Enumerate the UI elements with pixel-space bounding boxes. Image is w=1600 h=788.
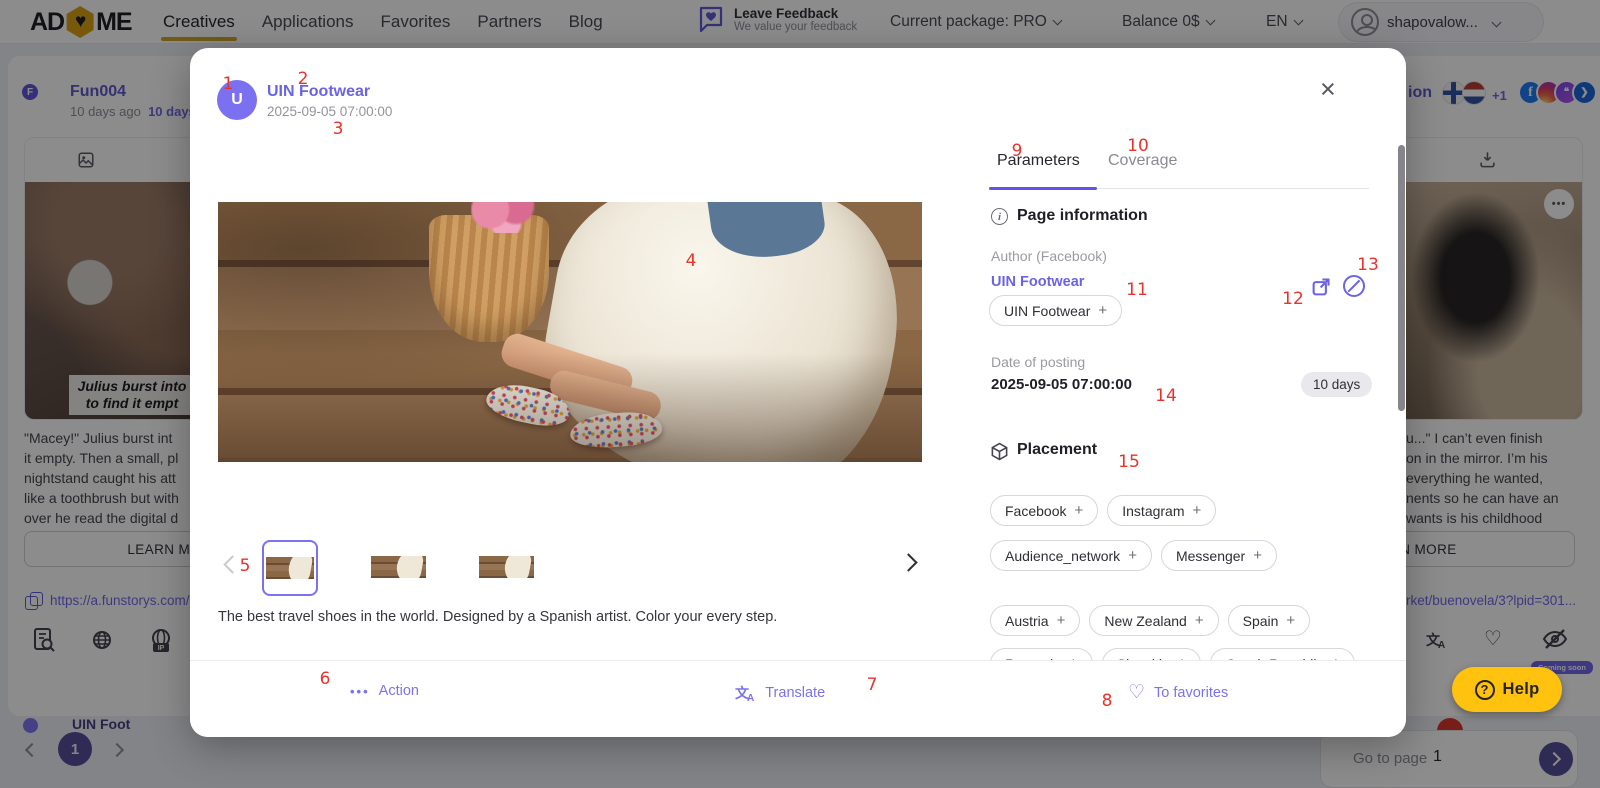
- author-name-link[interactable]: UIN Footwear: [267, 83, 370, 101]
- author-tag-row: UIN Footwear+: [989, 295, 1131, 326]
- translate-icon: 文A: [735, 683, 756, 703]
- flowers-shape: [471, 202, 534, 233]
- annotation-marker: 3: [333, 119, 344, 139]
- straw-bag-shape: [429, 215, 549, 342]
- post-datetime: 2025-09-05 07:00:00: [267, 104, 392, 119]
- creative-detail-modal: U UIN Footwear 2025-09-05 07:00:00 × The…: [190, 48, 1406, 737]
- annotation-marker: 1: [223, 74, 234, 94]
- modal-scrollbar[interactable]: [1398, 145, 1405, 411]
- page-information-heading: Page information: [1017, 207, 1148, 225]
- author-tag[interactable]: UIN Footwear+: [989, 295, 1122, 326]
- screen: AD ♥ ME Creatives Applications Favorites…: [0, 0, 1600, 788]
- placement-tag[interactable]: Austria+: [990, 605, 1080, 636]
- placement-tag[interactable]: Facebook+: [990, 495, 1098, 526]
- annotation-marker: 11: [1126, 280, 1148, 300]
- annotation-marker: 7: [867, 675, 878, 695]
- info-icon: i: [991, 208, 1008, 225]
- annotation-marker: 13: [1357, 255, 1379, 275]
- annotation-marker: 6: [320, 669, 331, 689]
- dots-icon: •••: [350, 684, 370, 699]
- placement-tag[interactable]: Audience_network+: [990, 540, 1152, 571]
- annotation-marker: 2: [298, 69, 309, 89]
- close-icon[interactable]: ×: [1320, 76, 1336, 103]
- placement-tag[interactable]: Messenger+: [1161, 540, 1277, 571]
- creative-image: [218, 202, 922, 462]
- annotation-marker: 10: [1127, 136, 1149, 156]
- carousel-next-icon[interactable]: [899, 553, 917, 571]
- placement-tag[interactable]: Instagram+: [1107, 495, 1216, 526]
- active-tab-underline: [989, 187, 1097, 190]
- placement-platforms-row2: Audience_network+ Messenger+: [990, 540, 1286, 571]
- question-icon: ?: [1475, 680, 1495, 700]
- translate-button[interactable]: 文A Translate: [735, 683, 825, 703]
- placement-platforms-row1: Facebook+ Instagram+: [990, 495, 1225, 526]
- ad-caption: The best travel shoes in the world. Desi…: [218, 609, 777, 625]
- annotation-marker: 9: [1012, 141, 1023, 161]
- heart-icon: ♡: [1128, 683, 1145, 702]
- thumbnail[interactable]: [479, 556, 534, 578]
- annotation-marker: 5: [240, 556, 251, 576]
- author-page-link[interactable]: UIN Footwear: [991, 274, 1084, 290]
- thumbnail-selected[interactable]: [262, 540, 318, 596]
- author-label: Author (Facebook): [991, 248, 1107, 264]
- annotation-marker: 14: [1155, 386, 1177, 406]
- help-button[interactable]: ? Help: [1452, 667, 1562, 712]
- placement-tag[interactable]: Spain+: [1228, 605, 1311, 636]
- tab-parameters[interactable]: Parameters: [997, 152, 1080, 170]
- date-label: Date of posting: [991, 354, 1085, 370]
- placement-countries-row1: Austria+ New Zealand+ Spain+: [990, 605, 1319, 636]
- shadow-overlay: [218, 353, 922, 462]
- annotation-marker: 4: [686, 251, 697, 271]
- age-badge: 10 days: [1301, 372, 1372, 397]
- placement-box-icon: [990, 442, 1009, 461]
- placement-heading: Placement: [1017, 441, 1097, 459]
- placement-tag[interactable]: New Zealand+: [1089, 605, 1218, 636]
- annotation-marker: 12: [1282, 289, 1304, 309]
- thumbnail[interactable]: [371, 556, 426, 578]
- annotation-marker: 15: [1118, 452, 1140, 472]
- external-link-icon[interactable]: [1311, 276, 1332, 297]
- annotation-marker: 8: [1102, 691, 1113, 711]
- block-icon[interactable]: [1343, 275, 1365, 297]
- modal-footer: ••• Action 文A Translate ♡ To favorites: [190, 660, 1406, 737]
- to-favorites-button[interactable]: ♡ To favorites: [1128, 683, 1228, 702]
- date-value: 2025-09-05 07:00:00: [991, 376, 1132, 393]
- action-button[interactable]: ••• Action: [350, 683, 419, 699]
